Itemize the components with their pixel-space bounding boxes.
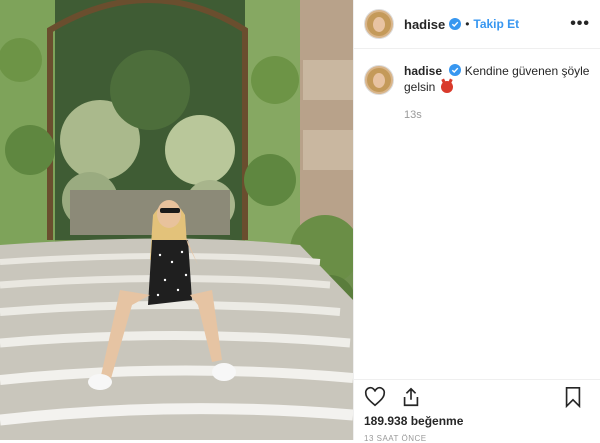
- post-header: hadise • Takip Et •••: [354, 0, 600, 49]
- header-username[interactable]: hadise: [404, 17, 445, 32]
- verified-badge-icon: [449, 64, 462, 76]
- heart-icon[interactable]: [364, 386, 386, 408]
- likes-count[interactable]: 189.938 beğenme: [364, 414, 590, 428]
- devil-emoji-icon: [440, 81, 453, 93]
- follow-button[interactable]: Takip Et: [473, 17, 519, 31]
- caption-body: hadise Kendine güvenen şöyle gelsin 13s: [404, 63, 590, 123]
- action-bar: 189.938 beğenme 13 SAAT ÖNCE: [354, 379, 600, 443]
- posted-time[interactable]: 13 SAAT ÖNCE: [364, 434, 590, 443]
- caption-username[interactable]: hadise: [404, 64, 442, 78]
- caption-comment: hadise Kendine güvenen şöyle gelsin 13s: [354, 49, 600, 123]
- caption-avatar[interactable]: [364, 65, 394, 95]
- post-side-panel: hadise • Takip Et ••• hadise Kendine güv…: [353, 0, 600, 443]
- action-icons: [364, 380, 590, 414]
- avatar[interactable]: [364, 9, 394, 39]
- header-separator: •: [465, 17, 470, 31]
- more-options-icon[interactable]: •••: [570, 15, 590, 33]
- post-container: hadise • Takip Et ••• hadise Kendine güv…: [0, 0, 600, 443]
- verified-badge-icon: [449, 18, 462, 30]
- share-icon[interactable]: [400, 386, 422, 408]
- post-photo[interactable]: [0, 0, 353, 440]
- bookmark-icon[interactable]: [562, 386, 584, 408]
- photo-illustration: [0, 0, 353, 440]
- caption-time[interactable]: 13s: [404, 107, 590, 123]
